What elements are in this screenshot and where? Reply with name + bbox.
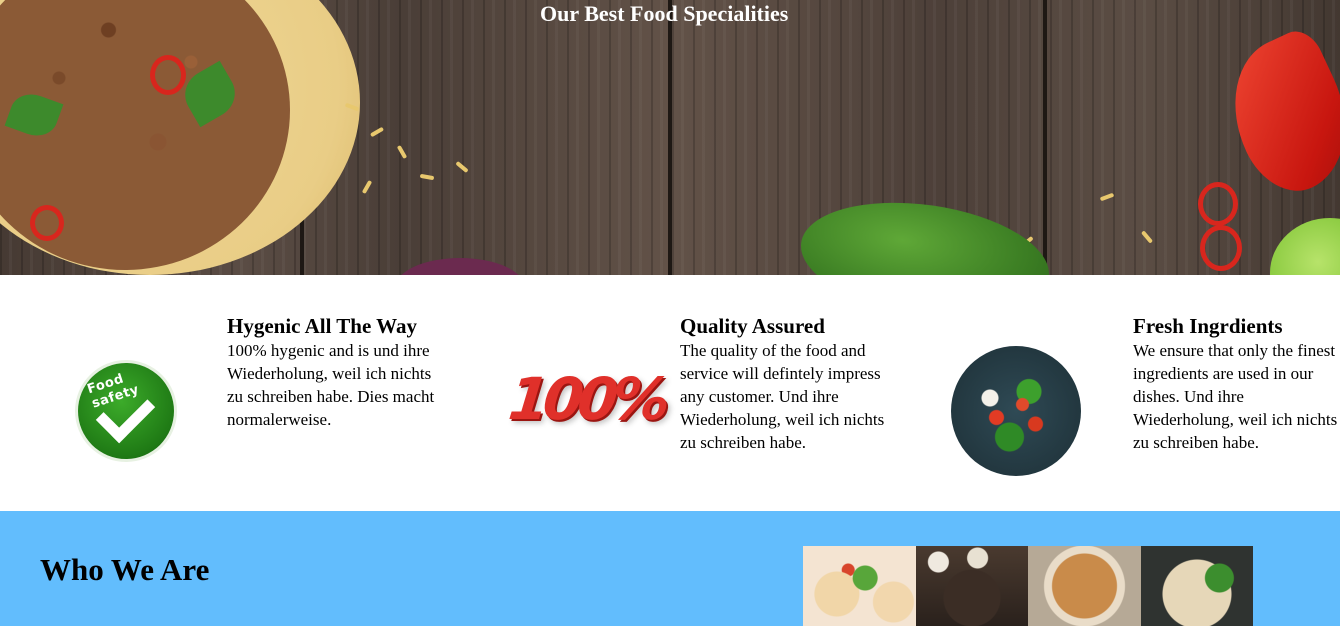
cheese-shred: [369, 126, 385, 138]
feature-title: Quality Assured: [680, 314, 825, 338]
food-gallery: [803, 546, 1253, 626]
hundred-percent-icon: 100%: [505, 357, 667, 457]
feature-fresh: Fresh Ingrdients We ensure that only the…: [1133, 313, 1340, 454]
cheese-shred: [419, 173, 435, 181]
food-safety-badge-icon: Food safety: [78, 363, 174, 459]
red-chili-image: [1208, 23, 1340, 207]
noodle-soup-photo[interactable]: [1140, 546, 1253, 626]
pepper-slice: [150, 55, 186, 95]
pepper-slice: [1200, 225, 1242, 271]
features-section: Food safety Hygenic All The Way 100% hyg…: [0, 275, 1340, 511]
wood-plank-seam: [1043, 0, 1047, 275]
cucumber-image: [793, 188, 1057, 275]
red-onion-image: [395, 258, 525, 275]
feature-title: Fresh Ingrdients: [1133, 314, 1283, 338]
feature-quality: Quality Assured The quality of the food …: [680, 313, 895, 454]
section-title: Who We Are: [40, 552, 210, 587]
hundred-percent-text: 100%: [505, 365, 668, 433]
fresh-vegetables-icon: [951, 346, 1081, 476]
cheese-shred: [1140, 230, 1154, 244]
pepper-slice: [1198, 182, 1238, 226]
cheese-shred: [1099, 192, 1115, 202]
feature-text: The quality of the food and service will…: [680, 341, 885, 452]
wood-plank-seam: [668, 0, 672, 275]
hero-banner: Our Best Food Specialities: [0, 0, 1340, 275]
feature-text: 100% hygenic and is und ihre Wiederholun…: [227, 341, 435, 429]
feature-hygenic: Hygenic All The Way 100% hygenic and is …: [227, 313, 437, 431]
cheese-shred: [455, 160, 469, 174]
who-we-are-section: Who We Are: [0, 511, 1340, 626]
lime-image: [1270, 218, 1340, 275]
hero-title: Our Best Food Specialities: [540, 0, 789, 26]
cheese-shred: [361, 179, 373, 195]
feature-text: We ensure that only the finest ingredien…: [1133, 341, 1338, 452]
dumplings-photo[interactable]: [803, 546, 916, 626]
rice-dish-photo[interactable]: [1028, 546, 1141, 626]
feature-title: Hygenic All The Way: [227, 314, 418, 338]
cheese-shred: [396, 144, 408, 160]
grill-photo[interactable]: [915, 546, 1028, 626]
pepper-slice: [30, 205, 64, 241]
